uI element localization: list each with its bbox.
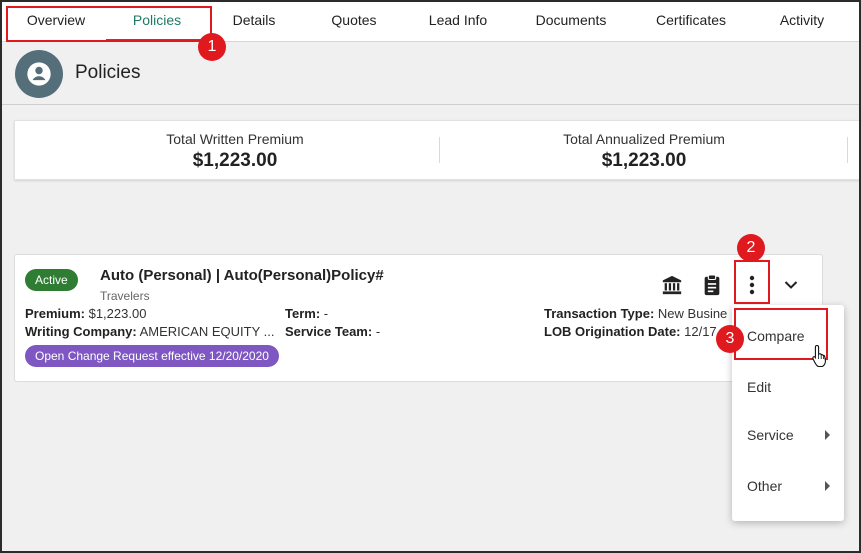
annotation-marker-3: 3 [716,325,744,353]
status-badge: Active [25,269,78,291]
tab-policies[interactable]: Policies [106,2,208,42]
policy-carrier: Travelers [100,289,150,303]
transaction-type-label: Transaction Type: [544,306,655,321]
term-label: Term: [285,306,321,321]
tab-documents[interactable]: Documents [522,2,620,42]
more-vert-icon[interactable] [738,269,766,301]
annotation-marker-1: 1 [198,33,226,61]
writing-company-label: Writing Company: [25,324,137,339]
writing-company-field: Writing Company: AMERICAN EQUITY ... [25,324,274,339]
writing-company-value: AMERICAN EQUITY ... [139,324,275,339]
written-premium-value: $1,223.00 [192,150,278,171]
lob-origination-value: 12/17 [684,324,717,339]
lob-origination-field: LOB Origination Date: 12/17 [544,324,717,339]
summary-divider [847,137,848,163]
premium-summary-card: Total Written Premium $1,223.00 Total An… [14,120,861,180]
annualized-premium-value: $1,223.00 [601,150,687,171]
service-team-field: Service Team: - [285,324,380,339]
change-request-badge[interactable]: Open Change Request effective 12/20/2020 [25,345,279,367]
transaction-type-field: Transaction Type: New Busine [544,306,727,321]
term-value: - [323,306,329,321]
menu-item-other[interactable]: Other [732,462,844,510]
service-team-value: - [375,324,381,339]
premium-value: $1,223.00 [88,306,147,321]
lob-origination-label: LOB Origination Date: [544,324,681,339]
tab-lead-info[interactable]: Lead Info [412,2,504,42]
submenu-arrow-icon [825,430,830,440]
menu-item-service-label: Service [747,427,794,443]
tab-overview[interactable]: Overview [6,2,106,42]
tab-quotes[interactable]: Quotes [312,2,396,42]
clipboard-icon[interactable] [698,269,726,301]
account-circle-icon [15,50,63,98]
transaction-type-value: New Busine [657,306,728,321]
service-team-label: Service Team: [285,324,373,339]
tab-bar: Overview Policies Details Quotes Lead In… [2,2,859,42]
bank-icon[interactable] [658,269,686,301]
hand-pointer-icon [811,344,829,373]
menu-item-other-label: Other [747,478,783,494]
chevron-down-icon[interactable] [777,269,805,301]
annualized-premium: Total Annualized Premium $1,223.00 [444,131,844,172]
policy-title[interactable]: Auto (Personal) | Auto(Personal)Policy# [100,267,384,284]
menu-item-compare-label: Compare [747,328,805,344]
premium-field: Premium: $1,223.00 [25,306,146,321]
menu-item-edit-label: Edit [747,379,772,395]
policy-card[interactable]: Active Auto (Personal) | Auto(Personal)P… [14,254,823,382]
policy-actions-menu: Compare Edit Service Other [732,305,844,521]
submenu-arrow-icon [825,481,830,491]
written-premium: Total Written Premium $1,223.00 [35,131,435,172]
tab-details[interactable]: Details [212,2,296,42]
annualized-premium-label: Total Annualized Premium [563,131,725,147]
menu-item-service[interactable]: Service [732,411,844,459]
tab-activity[interactable]: Activity [762,2,842,42]
page-title: Policies [75,62,141,83]
page-header: Policies [2,42,859,105]
written-premium-label: Total Written Premium [166,131,304,147]
annotation-marker-2: 2 [737,234,765,262]
tab-certificates[interactable]: Certificates [638,2,744,42]
premium-label: Premium: [25,306,85,321]
summary-divider [439,137,440,163]
term-field: Term: - [285,306,328,321]
